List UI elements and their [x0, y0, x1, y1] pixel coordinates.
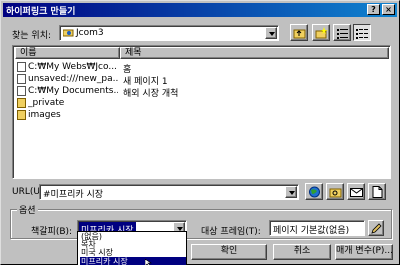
up-folder-icon	[293, 29, 306, 39]
list-item-name: unsaved:///new_pa...	[28, 74, 118, 84]
globe-icon	[309, 186, 320, 198]
options-legend: 옵션	[17, 203, 38, 216]
chevron-down-icon[interactable]	[285, 186, 297, 198]
bookmark-label: 책갈피(B):	[31, 227, 73, 237]
list-item[interactable]: C:₩My Documents... 해외 시장 개척	[16, 85, 386, 99]
create-hyperlink-dialog: 하이퍼링크 만들기 ? × 찾는 위치: Jcom3 이름 제목 C:₩My W…	[0, 0, 400, 265]
page-icon	[17, 86, 26, 96]
new-folder-button[interactable]	[312, 24, 330, 41]
list-view-button[interactable]	[333, 24, 351, 41]
url-input[interactable]: #미프리카 시장	[39, 184, 299, 200]
browse-file-button[interactable]	[326, 183, 344, 200]
column-header-title[interactable]: 제목	[120, 47, 389, 59]
target-frame-value: 페이지 기본값(없음)	[273, 226, 350, 236]
parameters-button[interactable]: 매개 변수(P)...	[335, 244, 393, 260]
url-value: #미프리카 시장	[43, 190, 104, 200]
lookin-label: 찾는 위치:	[12, 31, 52, 41]
folder-search-icon	[329, 188, 342, 198]
title-bar[interactable]: 하이퍼링크 만들기 ? ×	[3, 3, 397, 17]
chevron-down-icon[interactable]	[265, 27, 277, 39]
list-item[interactable]: C:₩My Webs₩Jco... 홈	[16, 61, 386, 75]
new-page-button[interactable]	[368, 183, 386, 200]
list-item-name: C:₩My Documents...	[28, 86, 118, 96]
pencil-icon	[371, 223, 382, 234]
file-list[interactable]: 이름 제목 C:₩My Webs₩Jco... 홈 unsaved:///new…	[12, 45, 391, 179]
target-frame-field[interactable]: 페이지 기본값(없음)	[269, 220, 365, 236]
list-item-name: _private	[28, 98, 65, 108]
folder-icon	[17, 110, 26, 120]
list-view-icon	[337, 29, 348, 39]
page-icon	[17, 62, 26, 72]
envelope-icon	[350, 188, 363, 197]
list-item-name: C:₩My Webs₩Jco...	[28, 62, 117, 72]
list-item[interactable]: images	[16, 109, 386, 121]
column-header-name[interactable]: 이름	[15, 47, 120, 59]
web-folder-icon	[62, 29, 74, 37]
mouse-cursor-icon	[144, 258, 153, 265]
lookin-combo[interactable]: Jcom3	[59, 25, 279, 41]
window-title: 하이퍼링크 만들기	[6, 7, 76, 17]
ok-button[interactable]: 확인	[191, 244, 267, 260]
target-frame-label: 대상 프레임(T):	[201, 227, 261, 237]
list-item[interactable]: _private	[16, 97, 386, 109]
target-frame-button[interactable]	[368, 220, 384, 236]
close-button[interactable]: ×	[382, 4, 395, 15]
details-view-button[interactable]	[353, 24, 371, 41]
browse-web-button[interactable]	[305, 183, 323, 200]
dropdown-option-selected[interactable]: 미프리카 시장	[80, 257, 186, 265]
list-item-name: images	[28, 110, 61, 120]
list-item[interactable]: unsaved:///new_pa... 새 페이지 1	[16, 73, 386, 87]
cancel-button[interactable]: 취소	[273, 244, 331, 260]
new-page-icon	[372, 186, 383, 198]
bookmark-dropdown-list[interactable]: (없음) 목차 미국 시장 미프리카 시장	[77, 231, 187, 265]
email-link-button[interactable]	[347, 183, 365, 200]
lookin-value: Jcom3	[76, 28, 104, 38]
folder-icon	[17, 98, 26, 108]
dropdown-option[interactable]: 미국 시장	[80, 248, 186, 257]
page-icon	[17, 74, 26, 84]
details-view-icon	[356, 29, 368, 39]
new-folder-icon	[315, 27, 328, 39]
up-folder-button[interactable]	[290, 24, 308, 41]
help-button[interactable]: ?	[367, 4, 380, 15]
